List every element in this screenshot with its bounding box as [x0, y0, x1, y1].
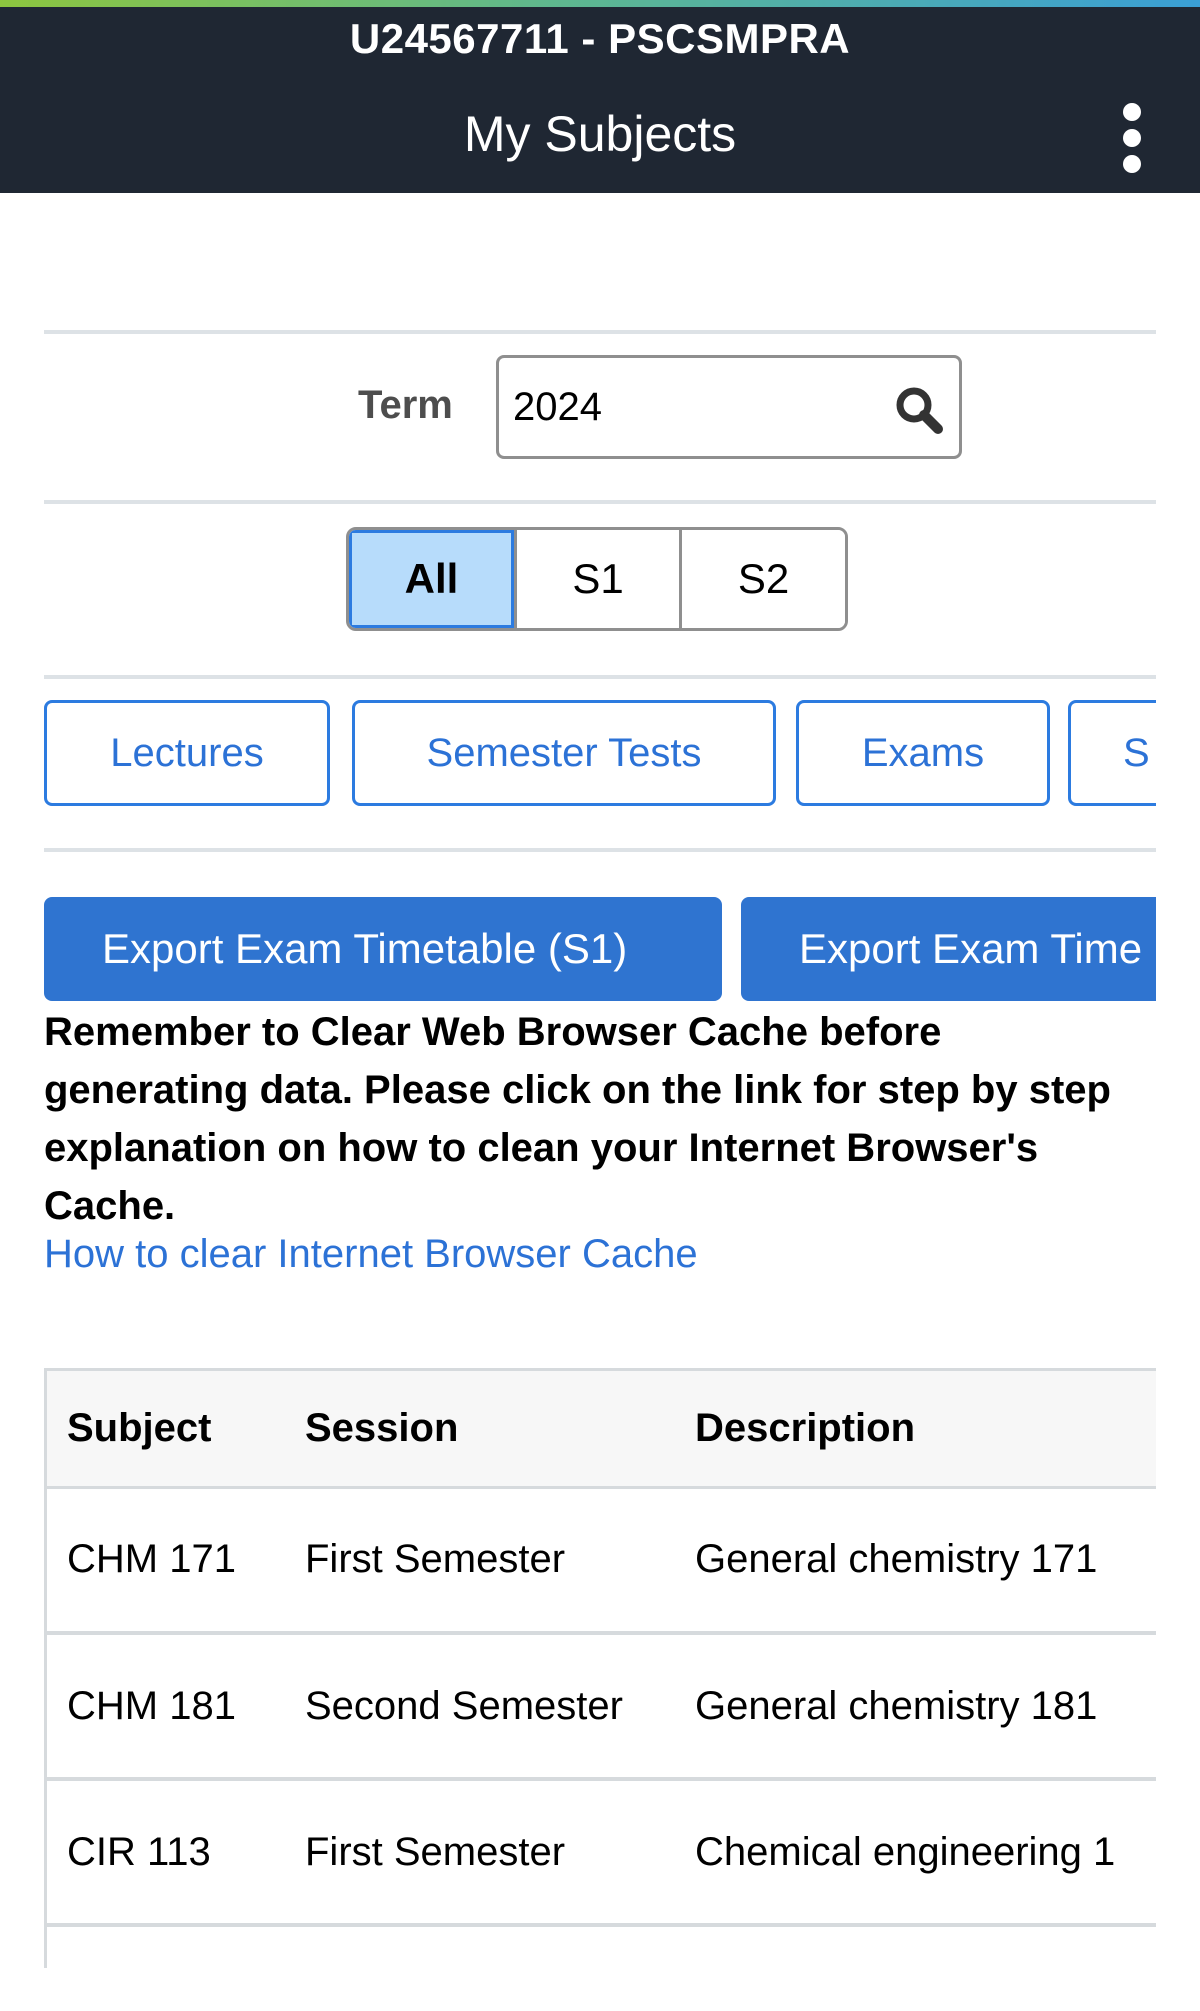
table-row[interactable]: CHM 181 Second Semester General chemistr… [47, 1633, 1156, 1781]
session-cell: Second Semester [285, 1633, 675, 1781]
session-cell: First Semester [285, 1779, 675, 1927]
semester-filter: All S1 S2 [346, 527, 848, 631]
export-exam-timetable-s2-button[interactable]: Export Exam Time [741, 897, 1156, 1001]
column-header-description[interactable]: Description [675, 1371, 1156, 1489]
term-row: Term [44, 355, 1156, 459]
term-label: Term [358, 383, 453, 427]
table-header-row: Subject Session Description [47, 1371, 1156, 1489]
divider [44, 848, 1156, 852]
table-row[interactable]: CIR 113 First Semester Chemical engineer… [47, 1779, 1156, 1927]
term-field[interactable] [496, 355, 962, 459]
filter-all-button[interactable]: All [349, 530, 517, 628]
filter-s1-button[interactable]: S1 [517, 530, 682, 628]
subjects-table: Subject Session Description CHM 171 Firs… [44, 1368, 1156, 1968]
divider [44, 500, 1156, 504]
term-input[interactable] [513, 358, 873, 456]
export-exam-timetable-s1-button[interactable]: Export Exam Timetable (S1) [44, 897, 722, 1001]
divider [44, 330, 1156, 334]
tab-semester-tests[interactable]: Semester Tests [352, 700, 776, 806]
tab-lectures[interactable]: Lectures [44, 700, 330, 806]
description-cell: General chemistry 181 [675, 1633, 1156, 1781]
cache-notice: Remember to Clear Web Browser Cache befo… [44, 1010, 1111, 1228]
column-header-subject[interactable]: Subject [47, 1371, 285, 1489]
main-content: Term All S1 S2 Lectures Semester Tests E… [44, 0, 1156, 2011]
tab-partial[interactable]: S [1068, 700, 1156, 806]
filter-s2-button[interactable]: S2 [682, 530, 845, 628]
divider [44, 675, 1156, 679]
tab-exams[interactable]: Exams [796, 700, 1050, 806]
subject-cell: CHM 181 [47, 1633, 285, 1781]
clear-cache-link[interactable]: How to clear Internet Browser Cache [44, 1232, 698, 1277]
session-cell: First Semester [285, 1487, 675, 1635]
search-icon[interactable] [893, 384, 945, 436]
table-row[interactable]: CHM 171 First Semester General chemistry… [47, 1487, 1156, 1635]
page: U24567711 - PSCSMPRA My Subjects Term Al… [0, 0, 1200, 2011]
description-cell: General chemistry 171 [675, 1487, 1156, 1635]
subject-cell: CHM 171 [47, 1487, 285, 1635]
category-tabs: Lectures Semester Tests Exams S [44, 700, 1156, 806]
subject-cell: CIR 113 [47, 1779, 285, 1927]
column-header-session[interactable]: Session [285, 1371, 675, 1489]
description-cell: Chemical engineering 1 [675, 1779, 1156, 1927]
